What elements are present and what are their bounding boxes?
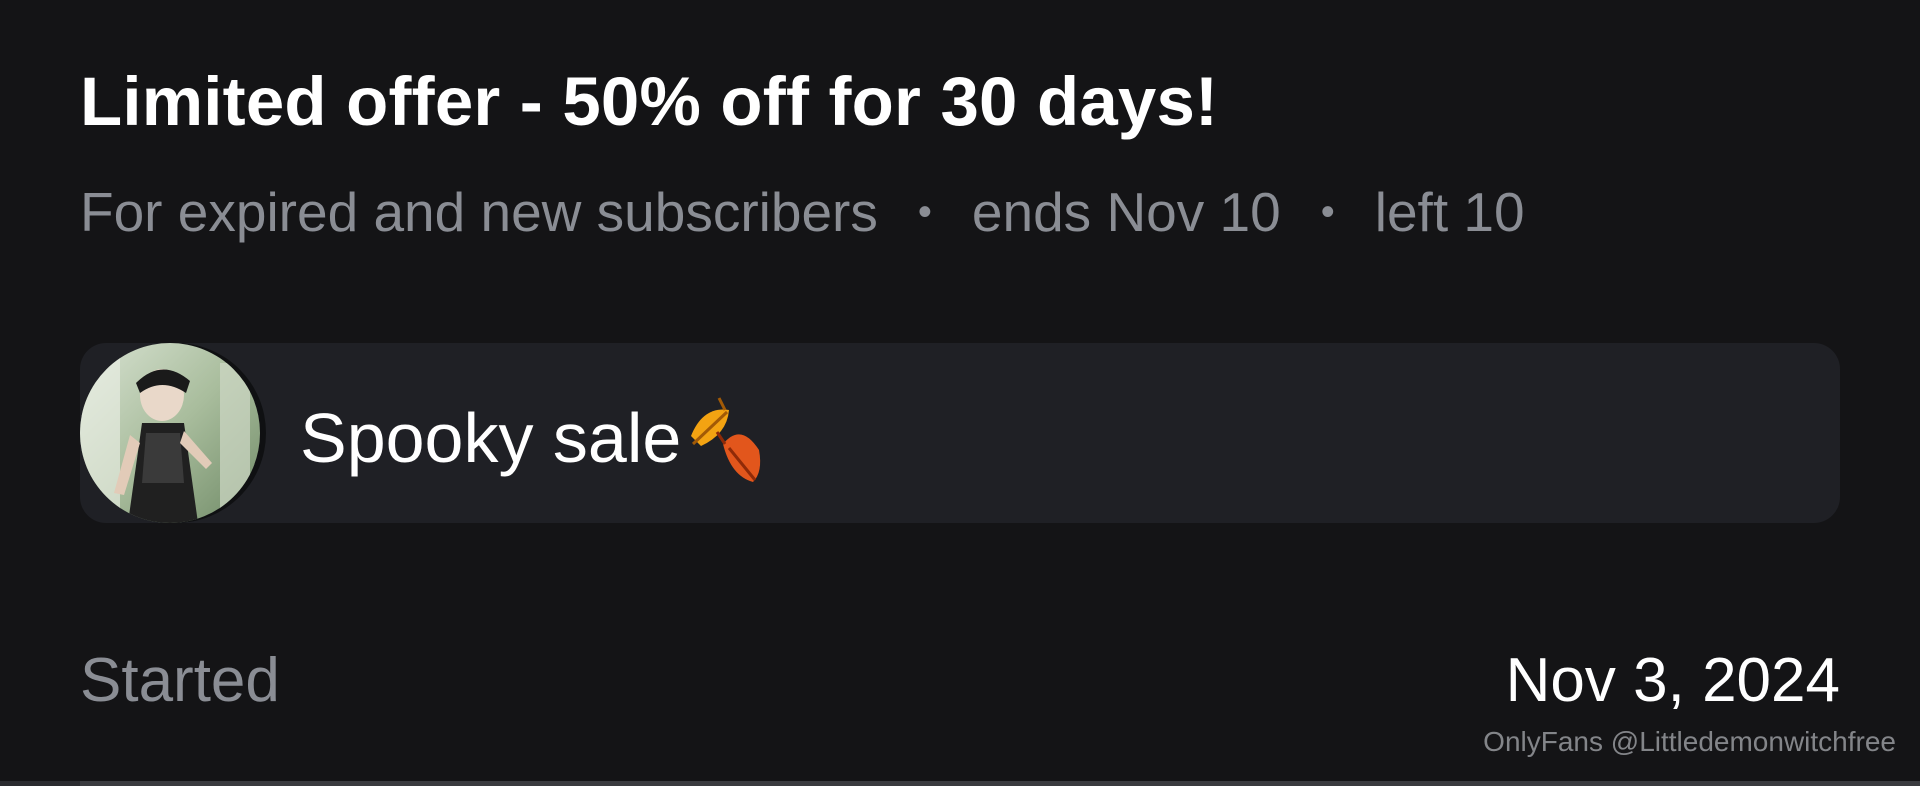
offer-meta: For expired and new subscribers • ends N… <box>80 180 1525 244</box>
offer-message: Spooky sale <box>300 388 783 488</box>
watermark: OnlyFans @Littledemonwitchfree <box>1483 726 1896 757</box>
offer-message-text: Spooky sale <box>300 399 682 477</box>
offer-audience: For expired and new subscribers <box>80 181 878 243</box>
divider <box>80 781 1920 786</box>
avatar-image <box>80 343 260 523</box>
avatar[interactable] <box>80 343 260 523</box>
offer-left: left 10 <box>1374 181 1525 243</box>
divider <box>0 781 80 786</box>
offer-details-page: Limited offer - 50% off for 30 days! For… <box>0 0 1920 786</box>
fallen-leaves-icon <box>691 397 761 482</box>
offer-ends: ends Nov 10 <box>971 181 1281 243</box>
meta-separator: • <box>917 190 932 234</box>
started-date: Nov 3, 2024 <box>1505 646 1840 715</box>
offer-title: Limited offer - 50% off for 30 days! <box>80 63 1219 140</box>
started-label: Started <box>80 646 280 715</box>
meta-separator: • <box>1320 190 1335 234</box>
